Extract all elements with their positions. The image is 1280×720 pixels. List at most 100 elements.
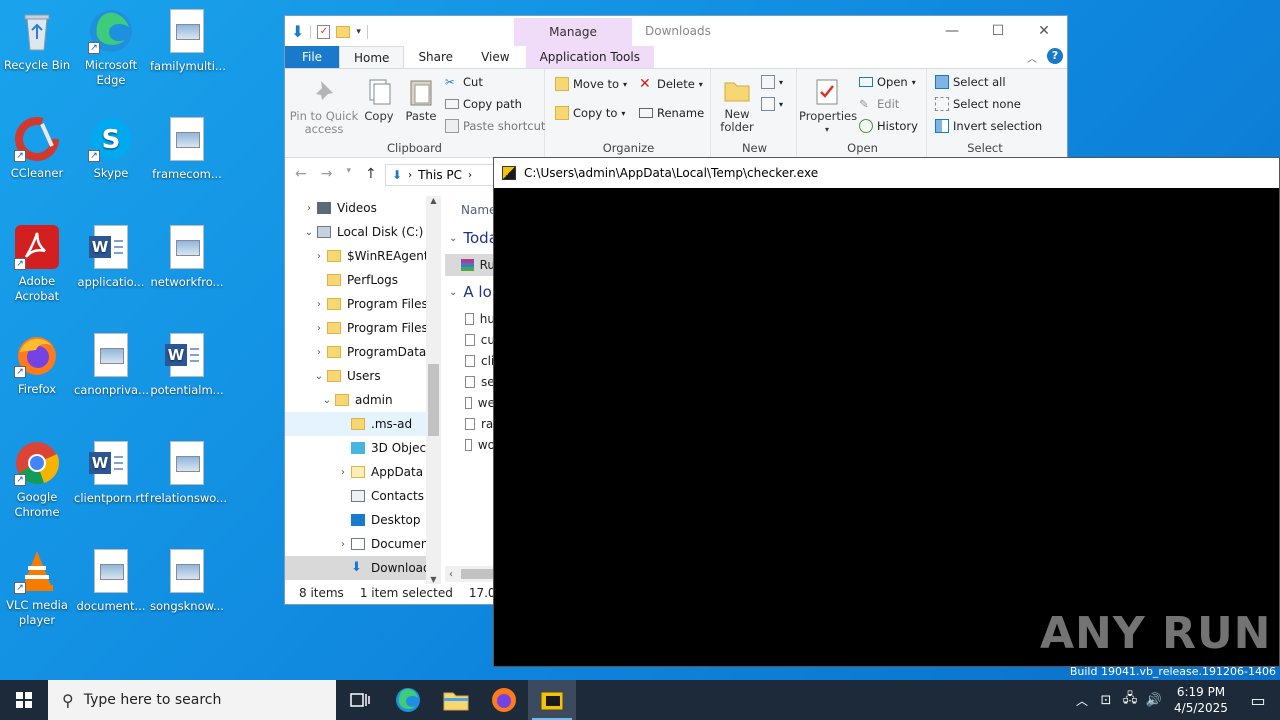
desktop-icon-canonpriva[interactable]: canonpriva... (74, 332, 149, 398)
desktop-icon-networkfro[interactable]: networkfro... (150, 224, 224, 290)
properties-check-icon[interactable]: ✓ (317, 24, 331, 39)
recent-dropdown-icon[interactable]: ▾ (346, 166, 351, 182)
desktop-icon-edge[interactable]: ↗ Microsoft Edge (74, 8, 148, 88)
scroll-left-icon[interactable]: ‹ (445, 569, 453, 580)
tab-view[interactable]: View (467, 46, 523, 68)
paste-button[interactable]: Paste (401, 77, 441, 123)
console-window[interactable]: C:\Users\admin\AppData\Local\Temp\checke… (493, 157, 1280, 667)
new-folder-icon[interactable] (336, 25, 351, 38)
tree-item-local-disk[interactable]: ⌄ Local Disk (C:) (285, 220, 441, 244)
scrollbar-thumb[interactable] (461, 569, 495, 579)
history-button[interactable]: History (859, 119, 918, 133)
chevron-down-icon[interactable]: ⌄ (301, 227, 317, 238)
tab-application-tools[interactable]: Application Tools (525, 46, 654, 68)
taskbar-checker-console[interactable] (528, 680, 576, 720)
forward-arrow-icon[interactable]: → (321, 166, 333, 182)
tree-item-perflogs[interactable]: PerfLogs (285, 268, 441, 292)
copy-path-button[interactable]: Copy path (445, 97, 522, 111)
easy-access-button[interactable]: ▾ (761, 97, 783, 111)
collapse-ribbon-icon[interactable]: ︿ (1027, 50, 1037, 65)
breadcrumb-chevron-icon[interactable]: › (468, 170, 472, 181)
task-view-button[interactable] (336, 680, 384, 720)
chevron-right-icon[interactable]: › (311, 251, 327, 262)
network-icon[interactable]: 🖧 (1118, 689, 1142, 711)
device-icon[interactable]: ⊡ (1094, 693, 1118, 708)
show-hidden-icons-chevron-icon[interactable]: ︿ (1070, 692, 1094, 709)
desktop-icon-recycle-bin[interactable]: Recycle Bin (0, 8, 74, 73)
tree-item-users[interactable]: ⌄ Users (285, 364, 441, 388)
chevron-right-icon[interactable]: › (311, 323, 327, 334)
tree-item-3d-objects[interactable]: 3D Objects (285, 436, 441, 460)
tree-item-desktop[interactable]: Desktop (285, 508, 441, 532)
list-item[interactable]: hu (445, 308, 495, 329)
select-all-button[interactable]: Select all (935, 75, 1006, 89)
chevron-right-icon[interactable]: › (335, 539, 351, 550)
invert-selection-button[interactable]: Invert selection (935, 119, 1042, 133)
select-none-button[interactable]: Select none (935, 97, 1021, 111)
notification-icon[interactable]: ▭ (1236, 691, 1280, 710)
chevron-down-icon[interactable]: ⌄ (319, 395, 335, 406)
copy-to-button[interactable]: Copy to ▾ (555, 106, 625, 120)
console-titlebar[interactable]: C:\Users\admin\AppData\Local\Temp\checke… (494, 158, 1279, 188)
taskbar-edge[interactable] (384, 680, 432, 720)
desktop-icon-relationswo[interactable]: relationswo... (150, 440, 227, 506)
list-item[interactable]: ra (445, 413, 495, 434)
maximize-button[interactable]: ☐ (975, 16, 1021, 46)
tree-item-contacts[interactable]: Contacts (285, 484, 441, 508)
chevron-right-icon[interactable]: › (311, 347, 327, 358)
horizontal-scrollbar[interactable]: ‹ (445, 566, 495, 582)
list-item[interactable]: wo (445, 434, 495, 455)
desktop-icon-framecom[interactable]: framecom... (150, 116, 224, 182)
taskbar-search-box[interactable]: ⚲ Type here to search (48, 680, 336, 720)
tree-item-ms-ad[interactable]: .ms-ad (285, 412, 441, 436)
tree-item-videos[interactable]: › Videos (285, 196, 441, 220)
volume-icon[interactable]: 🔊 (1142, 693, 1166, 708)
list-item[interactable]: se (445, 371, 495, 392)
chevron-right-icon[interactable]: › (301, 203, 317, 214)
desktop-icon-vlc[interactable]: ↗ VLC media player (0, 548, 74, 628)
explorer-titlebar[interactable]: ⬇ ✓ ▾ Manage Downloads — ☐ ✕ (285, 16, 1067, 46)
taskbar-firefox[interactable] (480, 680, 528, 720)
desktop-icon-potentialm[interactable]: W potentialm... (150, 332, 224, 398)
group-header-long-ago[interactable]: ⌄ A lo (445, 276, 495, 308)
tree-item-admin[interactable]: ⌄ admin (285, 388, 441, 412)
copy-button[interactable]: Copy (359, 77, 399, 123)
properties-button[interactable]: Properties ▾ (799, 77, 857, 136)
taskbar-file-explorer[interactable] (432, 680, 480, 720)
desktop-icon-skype[interactable]: S ↗ Skype (74, 116, 148, 181)
minimize-button[interactable]: — (929, 16, 975, 46)
desktop-icon-document[interactable]: document... (74, 548, 148, 614)
pin-to-quick-access-button[interactable]: Pin to Quick access (289, 77, 359, 136)
tree-item-appdata[interactable]: › AppData (285, 460, 441, 484)
desktop-icon-ccleaner[interactable]: ↗ CCleaner (0, 116, 74, 181)
qat-dropdown-icon[interactable]: ▾ (356, 27, 361, 37)
desktop-icon-chrome[interactable]: ↗ Google Chrome (0, 440, 74, 520)
group-header-today[interactable]: ⌄ Toda (445, 222, 495, 254)
breadcrumb-this-pc[interactable]: This PC (418, 168, 462, 182)
download-arrow-icon[interactable]: ⬇ (291, 22, 304, 41)
new-folder-button[interactable]: New folder (717, 75, 757, 134)
edit-button[interactable]: ✎ Edit (859, 97, 899, 111)
list-item[interactable]: cli (445, 350, 495, 371)
desktop-icon-applicatio[interactable]: W applicatio... (74, 224, 148, 290)
desktop-icon-firefox[interactable]: ↗ Firefox (0, 332, 74, 397)
tab-manage[interactable]: Manage (514, 18, 632, 46)
rename-button[interactable]: Rename (639, 106, 704, 120)
cut-button[interactable]: ✂ Cut (445, 75, 483, 89)
open-button[interactable]: Open ▾ (859, 75, 916, 89)
tab-home[interactable]: Home (339, 46, 405, 68)
tree-item-downloads[interactable]: ⬇ Downloads (285, 556, 441, 580)
tree-item-winreagent[interactable]: › $WinREAgent (285, 244, 441, 268)
new-item-button[interactable]: ▾ (761, 75, 783, 89)
start-button[interactable] (0, 680, 48, 720)
up-arrow-icon[interactable]: ↑ (365, 166, 377, 182)
delete-button[interactable]: ✕ Delete ▾ (639, 77, 703, 91)
clock[interactable]: 6:19 PM 4/5/2025 (1166, 684, 1236, 716)
help-icon[interactable]: ? (1047, 48, 1063, 64)
tree-item-documents[interactable]: › Documents (285, 532, 441, 556)
move-to-button[interactable]: Move to ▾ (555, 77, 627, 91)
list-item[interactable]: cu (445, 329, 495, 350)
breadcrumb-chevron-icon[interactable]: › (408, 170, 412, 181)
desktop-icon-songsknow[interactable]: songsknow... (150, 548, 224, 614)
column-header-name[interactable]: Name (445, 198, 495, 222)
